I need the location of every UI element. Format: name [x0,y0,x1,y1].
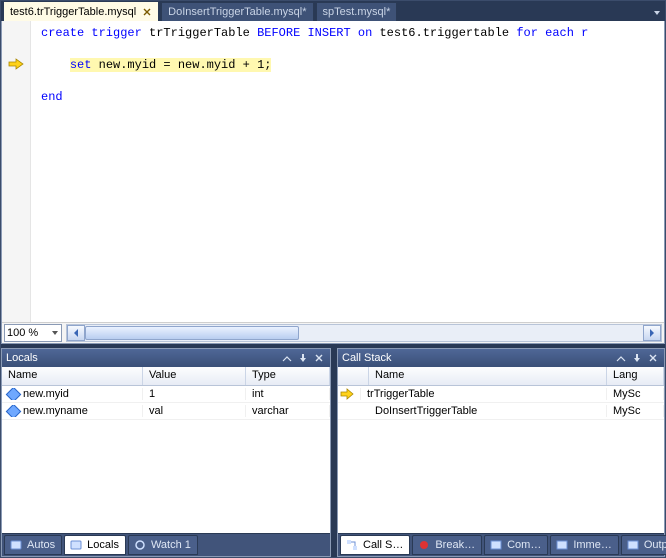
close-icon[interactable] [312,351,326,365]
locals-panel: Locals Name Value Type new.myid 1 int ne… [1,348,331,557]
cell-lang: MySc [607,405,664,417]
locals-icon [69,538,83,552]
file-tab-1[interactable]: DoInsertTriggerTable.mysql* [161,2,313,21]
col-header-icon[interactable] [338,367,369,385]
tab-label: Watch 1 [151,539,191,551]
table-row[interactable]: DoInsertTriggerTable MySc [338,403,664,420]
pin-icon[interactable] [296,351,310,365]
cell-name: DoInsertTriggerTable [369,405,607,417]
code-token: set [70,58,99,72]
tab-label: Locals [87,539,119,551]
code-token: test6.triggertable [379,26,516,40]
scroll-right-button[interactable] [643,325,661,341]
cell-icon [338,388,361,400]
code-area[interactable]: create trigger trTriggerTable BEFORE INS… [31,21,664,322]
window-position-icon[interactable] [280,351,294,365]
col-header-value[interactable]: Value [143,367,246,385]
locals-tab-bar: Autos Locals Watch 1 [2,533,330,556]
output-icon [626,538,640,552]
tab-label: Imme… [573,539,612,551]
table-row[interactable]: new.myid 1 int [2,386,330,403]
col-header-name[interactable]: Name [2,367,143,385]
scroll-track[interactable] [85,326,643,340]
zoom-value: 100 % [7,327,38,339]
code-token: end [41,90,63,104]
scroll-left-button[interactable] [67,325,85,341]
code-token: trTriggerTable [149,26,257,40]
scroll-thumb[interactable] [85,326,299,340]
command-icon [489,538,503,552]
chevron-down-icon [51,329,59,337]
immediate-icon [555,538,569,552]
bottom-tab-immediate[interactable]: Imme… [550,535,619,555]
file-tab-2[interactable]: spTest.mysql* [316,2,398,21]
cell-type: int [246,388,330,400]
cell-value: val [143,405,246,417]
callstack-panel: Call Stack Name Lang trTriggerTable MySc [337,348,665,557]
cell-value: 1 [143,388,246,400]
cell-name: new.myid [2,388,143,400]
cell-type: varchar [246,405,330,417]
file-tab-0[interactable]: test6.trTriggerTable.mysql [3,1,159,21]
callstack-panel-title: Call Stack [338,349,664,367]
callstack-icon [345,538,359,552]
breakpoint-icon [417,538,431,552]
locals-panel-title: Locals [2,349,330,367]
col-header-type[interactable]: Type [246,367,330,385]
close-icon[interactable] [646,351,660,365]
locals-grid-header: Name Value Type [2,367,330,386]
bottom-tab-callstack[interactable]: Call S… [340,535,410,555]
code-token: ; [264,58,271,72]
col-header-name[interactable]: Name [369,367,607,385]
callstack-grid-header: Name Lang [338,367,664,386]
autos-icon [9,538,23,552]
panel-title-text: Locals [6,352,38,364]
bottom-tab-breakpoints[interactable]: Break… [412,535,482,555]
tab-overflow-dropdown[interactable] [649,5,665,21]
col-header-lang[interactable]: Lang [607,367,664,385]
file-tab-label: test6.trTriggerTable.mysql [10,6,136,18]
table-row[interactable]: new.myname val varchar [2,403,330,420]
variable-icon [6,405,22,417]
code-token: new.myid = new.myid + [99,58,257,72]
code-token: BEFORE INSERT on [257,26,379,40]
bottom-tab-command[interactable]: Com… [484,535,548,555]
close-icon[interactable] [142,7,152,17]
locals-grid-body: new.myid 1 int new.myname val varchar [2,386,330,533]
callstack-tab-bar: Call S… Break… Com… Imme… Output [338,533,664,556]
editor-gutter [2,21,31,322]
execution-pointer-icon [8,57,24,71]
window-position-icon[interactable] [614,351,628,365]
bottom-tab-autos[interactable]: Autos [4,535,62,555]
variable-icon [6,388,22,400]
cell-text: new.myname [23,405,88,417]
tab-label: Output [644,539,666,551]
file-tab-label: DoInsertTriggerTable.mysql* [168,6,306,18]
code-token: create trigger [41,26,149,40]
cell-text: new.myid [23,388,69,400]
cell-name: new.myname [2,405,143,417]
tab-label: Com… [507,539,541,551]
editor-status-bar: 100 % [2,322,664,343]
tab-label: Call S… [363,539,403,551]
editor-horizontal-scrollbar[interactable] [66,324,662,342]
watch-icon [133,538,147,552]
file-tabstrip: test6.trTriggerTable.mysql DoInsertTrigg… [1,1,665,21]
bottom-tab-output[interactable]: Output [621,535,666,555]
cell-lang: MySc [607,388,664,400]
current-frame-icon [340,388,354,400]
code-token: for each r [516,26,588,40]
table-row[interactable]: trTriggerTable MySc [338,386,664,403]
tab-label: Autos [27,539,55,551]
code-editor: create trigger trTriggerTable BEFORE INS… [1,21,665,344]
bottom-tab-locals[interactable]: Locals [64,535,126,555]
pin-icon[interactable] [630,351,644,365]
bottom-tab-watch1[interactable]: Watch 1 [128,535,198,555]
cell-name: trTriggerTable [361,388,607,400]
callstack-grid-body: trTriggerTable MySc DoInsertTriggerTable… [338,386,664,533]
zoom-combobox[interactable]: 100 % [4,324,62,342]
file-tab-label: spTest.mysql* [323,6,391,18]
tab-label: Break… [435,539,475,551]
panel-title-text: Call Stack [342,352,392,364]
